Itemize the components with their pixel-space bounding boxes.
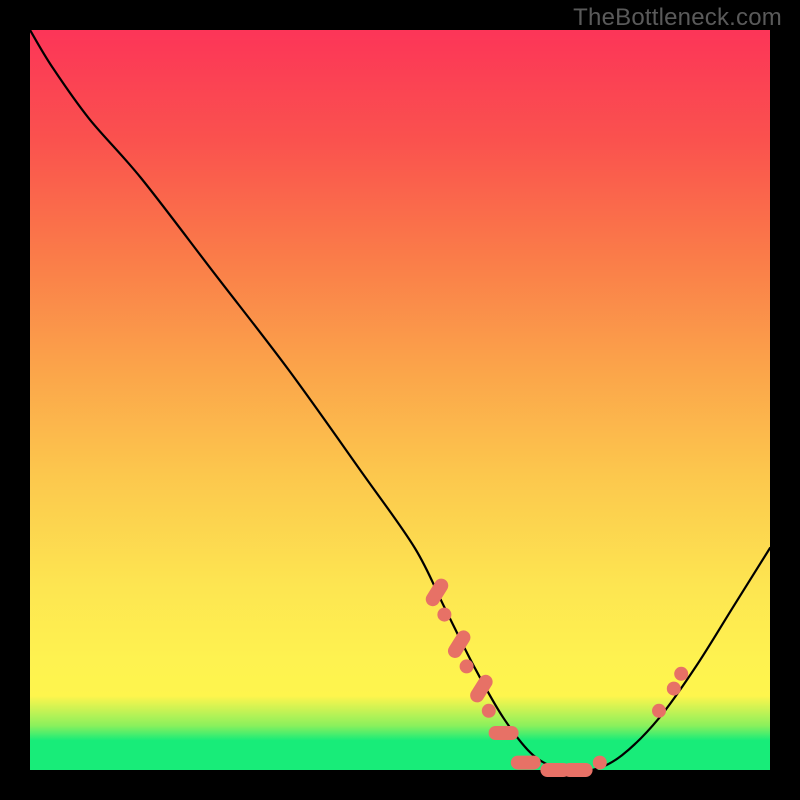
marker-pill (468, 672, 496, 705)
marker-pill (489, 726, 519, 740)
watermark-text: TheBottleneck.com (573, 4, 782, 32)
bottleneck-curve (30, 30, 770, 772)
marker-pill (511, 756, 541, 770)
marker-dot (674, 667, 688, 681)
marker-dot (460, 659, 474, 673)
chart-container: TheBottleneck.com (0, 0, 800, 800)
marker-group (423, 576, 688, 777)
marker-dot (652, 704, 666, 718)
marker-dot (482, 704, 496, 718)
marker-dot (667, 682, 681, 696)
plot-overlay (30, 30, 770, 770)
marker-pill (563, 763, 593, 777)
marker-pill (423, 576, 451, 609)
marker-dot (437, 608, 451, 622)
marker-dot (593, 756, 607, 770)
